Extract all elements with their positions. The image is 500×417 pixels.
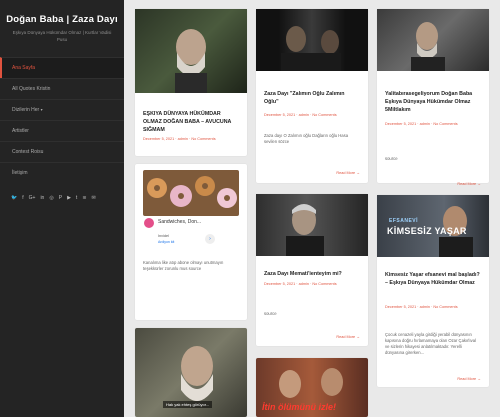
- post-card[interactable]: İtin ölümünü izle!: [256, 358, 368, 417]
- post-card[interactable]: Hak yak ehteş görüyor...: [135, 328, 247, 417]
- twitter-icon[interactable]: 🐦: [11, 195, 17, 201]
- post-meta: December 5, 2021 · admin · No Comments: [385, 122, 458, 126]
- nav-label: All Quotes Kristin: [12, 86, 51, 92]
- post-thumbnail[interactable]: İtin ölümünü izle!: [256, 358, 368, 417]
- nav-label: Artistler: [12, 128, 29, 134]
- post-title[interactable]: Zaza Dayı "Zalımın Oğlu Zalımın Oğlu": [264, 90, 360, 106]
- post-card[interactable]: Zaza Dayı "Zalımın Oğlu Zalımın Oğlu" De…: [256, 9, 368, 183]
- portrait-image: [411, 22, 445, 71]
- post-title[interactable]: Zaza Dayı Memati'ienteyim mi?: [264, 270, 360, 278]
- tumblr-icon[interactable]: t: [76, 195, 77, 201]
- nav-item-home[interactable]: Ana Sayfa: [0, 57, 124, 78]
- post-meta: December 5, 2021 · admin · No Comments: [264, 113, 337, 117]
- nav-label: Contest Roisu: [12, 149, 44, 155]
- banner-text: İtin ölümünü izle!: [262, 402, 336, 412]
- post-card[interactable]: Zaza Dayı Memati'ienteyim mi? December 5…: [256, 194, 368, 346]
- post-thumbnail[interactable]: [135, 9, 247, 93]
- ad-subtext: Ardiyon kit: [158, 240, 175, 244]
- video-caption: Hak yak ehteş görüyor...: [163, 401, 213, 408]
- post-title[interactable]: EŞKIYA DÜNYAYA HÜKÜMDAR OLMAZ DOĞAN BABA…: [143, 110, 239, 134]
- post-excerpt: source: [385, 156, 398, 161]
- post-card[interactable]: EŞKIYA DÜNYAYA HÜKÜMDAR OLMAZ DOĞAN BABA…: [135, 9, 247, 156]
- post-meta: December 5, 2021 · admin · No Comments: [385, 305, 458, 309]
- post-card[interactable]: EFSANEVİ KİMSESİZ YAŞAR Kimsesiz Yaşar e…: [377, 195, 489, 387]
- post-excerpt: Kanalıma like atıp abone olmayı unutmayı…: [143, 260, 224, 271]
- main-nav: Ana Sayfa All Quotes Kristin Dizilerin H…: [0, 57, 124, 183]
- site-title[interactable]: Doğan Baba | Zaza Dayı: [0, 14, 124, 25]
- ad-logo: [144, 218, 154, 228]
- chevron-down-icon: ▾: [40, 107, 43, 112]
- ad-open-button[interactable]: ›: [205, 234, 215, 244]
- post-card[interactable]: Yalitabırasegeliyorum Doğan Baba Eşkıya …: [377, 9, 489, 186]
- ad-sponsor: Invidel: [158, 234, 169, 238]
- post-excerpt: Zaza dayı O Zalımın oğlu Dağların oğlu H…: [264, 133, 349, 144]
- social-links: 🐦 f G+ in ◎ P ▶ t ≋ ✉: [0, 183, 124, 201]
- google-plus-icon[interactable]: G+: [29, 195, 36, 201]
- facebook-icon[interactable]: f: [22, 195, 23, 201]
- post-excerpt: source: [264, 311, 277, 316]
- nav-item-contact[interactable]: İletişim: [0, 162, 124, 183]
- read-more-link[interactable]: Read More →: [457, 182, 481, 186]
- post-thumbnail[interactable]: Hak yak ehteş görüyor...: [135, 328, 247, 417]
- nav-label: İletişim: [12, 170, 28, 176]
- post-thumbnail[interactable]: [256, 9, 368, 71]
- nav-item-artists[interactable]: Artistler: [0, 120, 124, 141]
- rss-icon[interactable]: ≋: [82, 195, 86, 201]
- bearded-man-image: [175, 29, 207, 93]
- nav-item-series[interactable]: Dizilerin Her ▾: [0, 99, 124, 120]
- nav-item-contest[interactable]: Contest Roisu: [0, 141, 124, 162]
- read-more-link[interactable]: Read More →: [336, 171, 360, 175]
- nav-label: Ana Sayfa: [12, 65, 36, 71]
- ad-card[interactable]: Sandwiches, Don... Invidel Ardiyon kit ›…: [135, 164, 247, 320]
- sidebar: Doğan Baba | Zaza Dayı Eşkıya Dünyaya Hü…: [0, 0, 124, 417]
- youtube-icon[interactable]: ▶: [67, 195, 71, 201]
- pinterest-icon[interactable]: P: [59, 195, 62, 201]
- post-thumbnail[interactable]: [377, 9, 489, 71]
- banner-main-text: KİMSESİZ YAŞAR: [387, 226, 467, 236]
- linkedin-icon[interactable]: in: [40, 195, 44, 201]
- read-more-link[interactable]: Read More →: [336, 335, 360, 339]
- post-excerpt: Çocuk cenazeli yayla girdiği yerabil dün…: [385, 332, 477, 355]
- site-tagline: Eşkıya Dünyaya Hükümdar Olmaz | Kurtlar …: [12, 30, 112, 42]
- post-thumbnail[interactable]: [256, 194, 368, 256]
- post-meta: December 5, 2021 · admin · No Comments: [143, 137, 216, 141]
- instagram-icon[interactable]: ◎: [49, 195, 53, 201]
- ad-image[interactable]: [143, 170, 239, 216]
- chevron-right-icon: ›: [209, 236, 211, 242]
- car-scene-image: [281, 26, 341, 71]
- read-more-link[interactable]: Read More →: [457, 377, 481, 381]
- post-meta: December 5, 2021 · admin · No Comments: [264, 282, 337, 286]
- nav-label: Dizilerin Her: [12, 107, 40, 113]
- post-title[interactable]: Yalitabırasegeliyorum Doğan Baba Eşkıya …: [385, 90, 481, 114]
- banner-small-text: EFSANEVİ: [389, 218, 419, 224]
- post-thumbnail[interactable]: EFSANEVİ KİMSESİZ YAŞAR: [377, 195, 489, 257]
- mail-icon[interactable]: ✉: [92, 195, 96, 201]
- post-title[interactable]: Kimsesiz Yaşar efsanevi mal başladı? – E…: [385, 271, 481, 287]
- nav-item-quotes[interactable]: All Quotes Kristin: [0, 78, 124, 99]
- gray-haired-man-image: [286, 204, 324, 256]
- ad-title[interactable]: Sandwiches, Don...: [158, 219, 201, 225]
- donuts-image: [147, 176, 237, 208]
